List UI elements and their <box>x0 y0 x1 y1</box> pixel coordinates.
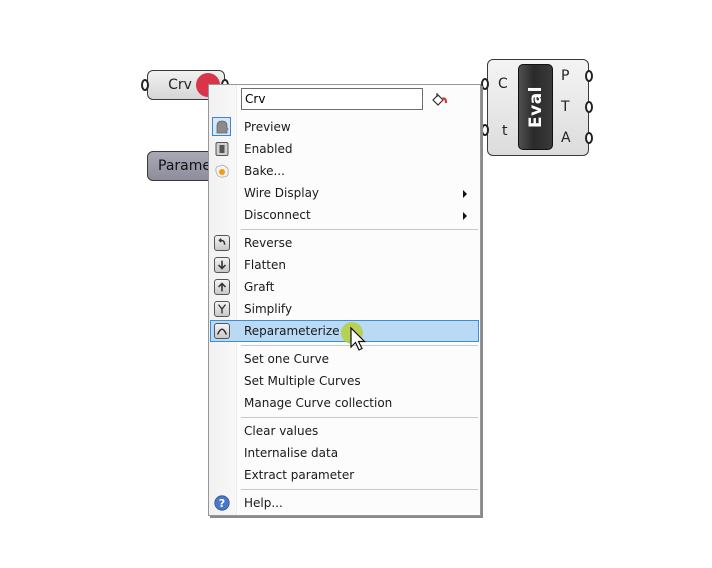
menu-item-help[interactable]: ? Help... <box>210 492 479 514</box>
menu-item-reverse[interactable]: Reverse <box>210 232 479 254</box>
menu-item-enabled[interactable]: Enabled <box>210 138 479 160</box>
menu-item-label: Set Multiple Curves <box>244 374 361 388</box>
menu-item-clear-values[interactable]: Clear values <box>210 420 479 442</box>
menu-item-label: Internalise data <box>244 446 339 460</box>
menu-item-graft[interactable]: Graft <box>210 276 479 298</box>
menu-item-preview[interactable]: Preview <box>210 116 479 138</box>
enabled-icon <box>215 142 229 156</box>
component-nickname-block: Eval <box>518 64 553 150</box>
menu-item-label: Graft <box>244 280 275 294</box>
output-p-label: P <box>561 68 570 84</box>
eval-output-a-grip[interactable] <box>585 132 593 144</box>
simplify-icon <box>214 301 230 317</box>
menu-item-label: Disconnect <box>244 208 311 222</box>
menu-item-label: Set one Curve <box>244 352 330 366</box>
menu-item-flatten[interactable]: Flatten <box>210 254 479 276</box>
eval-input-t-grip[interactable] <box>481 124 489 136</box>
menu-item-label: Enabled <box>244 142 293 156</box>
menu-item-label: Reverse <box>244 236 293 250</box>
mouse-cursor-icon <box>341 322 366 351</box>
menu-item-label: Preview <box>244 120 291 134</box>
menu-item-label: Manage Curve collection <box>244 396 393 410</box>
reparameterize-icon <box>214 323 230 339</box>
crv-input-grip[interactable] <box>141 79 149 91</box>
reverse-icon <box>214 235 230 251</box>
paint-bucket-icon[interactable] <box>430 91 448 109</box>
component-title: Eval <box>525 86 546 128</box>
input-c-label: C <box>498 76 508 92</box>
eval-output-t-grip[interactable] <box>585 101 593 113</box>
menu-item-label: Simplify <box>244 302 293 316</box>
menu-item-label: Flatten <box>244 258 286 272</box>
menu-item-manage-curve-collection[interactable]: Manage Curve collection <box>210 392 479 414</box>
submenu-arrow-icon <box>463 212 467 220</box>
menu-item-label: Wire Display <box>244 186 320 200</box>
menu-item-label: Extract parameter <box>244 468 355 482</box>
menu-item-bake[interactable]: Bake... <box>210 160 479 182</box>
menu-item-label: Clear values <box>244 424 319 438</box>
menu-item-set-multiple-curves[interactable]: Set Multiple Curves <box>210 370 479 392</box>
menu-separator <box>241 229 478 230</box>
input-t-label: t <box>502 123 508 139</box>
menu-item-internalise-data[interactable]: Internalise data <box>210 442 479 464</box>
menu-item-label: Bake... <box>244 164 285 178</box>
evaluate-curve-component[interactable]: C t Eval P T A <box>487 59 589 156</box>
flatten-icon <box>214 257 230 273</box>
bake-icon <box>215 164 229 178</box>
context-menu: Preview Enabled Bake... Wire Display Dis… <box>208 84 481 516</box>
param-parameter-label: Parame <box>158 158 211 174</box>
graft-icon <box>214 279 230 295</box>
submenu-arrow-icon <box>463 190 467 198</box>
help-icon: ? <box>214 495 230 511</box>
output-t-label: T <box>561 99 570 115</box>
preview-icon <box>216 120 229 134</box>
menu-separator <box>241 489 478 490</box>
menu-item-disconnect[interactable]: Disconnect <box>210 204 479 226</box>
eval-input-c-grip[interactable] <box>481 78 489 90</box>
nickname-input[interactable] <box>241 88 423 110</box>
menu-separator <box>241 417 478 418</box>
menu-item-label: Reparameterize <box>244 324 340 338</box>
output-a-label: A <box>561 130 571 146</box>
menu-item-simplify[interactable]: Simplify <box>210 298 479 320</box>
menu-item-label: Help... <box>244 496 283 510</box>
menu-item-extract-parameter[interactable]: Extract parameter <box>210 464 479 486</box>
crv-parameter-label: Crv <box>168 77 192 93</box>
eval-output-p-grip[interactable] <box>585 70 593 82</box>
svg-text:?: ? <box>219 497 225 510</box>
menu-item-wire-display[interactable]: Wire Display <box>210 182 479 204</box>
